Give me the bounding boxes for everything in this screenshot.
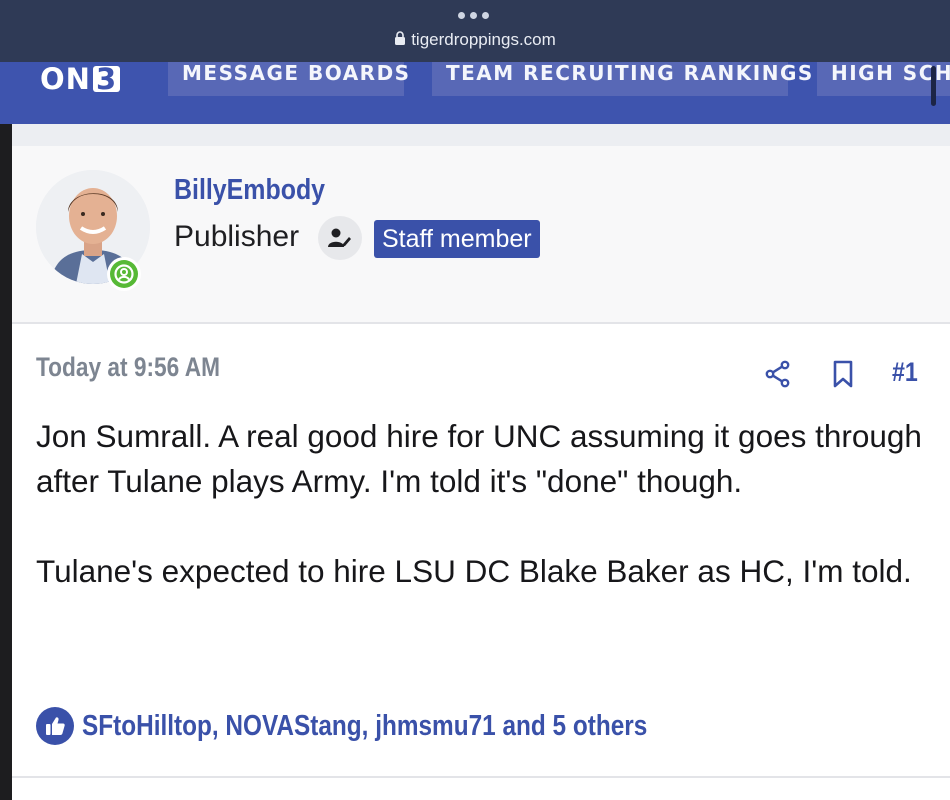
user-title: Publisher [174, 220, 300, 253]
online-status-badge [107, 257, 141, 291]
post-page: BillyEmbody Publisher Staff member Today… [12, 124, 950, 800]
thumbs-up-icon [36, 707, 74, 745]
site-nav: ON 3 MESSAGE BOARDS TEAM RECRUITING RANKI… [0, 62, 950, 124]
post-divider [12, 776, 950, 778]
person-edit-icon [318, 216, 362, 260]
browser-bar: tigerdroppings.com [0, 0, 950, 62]
reactions-list[interactable]: SFtoHilltop, NOVAStang, jhmsmu71 and 5 o… [82, 710, 647, 743]
user-card: BillyEmbody Publisher Staff member [12, 146, 950, 324]
nav-tab-message-boards[interactable]: MESSAGE BOARDS [168, 62, 409, 96]
address-bar[interactable]: tigerdroppings.com [0, 30, 950, 51]
post-paragraph: Tulane's expected to hire LSU DC Blake B… [36, 553, 912, 589]
scrollbar[interactable] [931, 66, 936, 106]
on3-logo[interactable]: ON 3 [40, 62, 121, 96]
post-number-link[interactable]: #1 [892, 357, 918, 388]
username-link[interactable]: BillyEmbody [174, 174, 325, 207]
share-icon[interactable] [764, 360, 792, 393]
bookmark-icon[interactable] [832, 360, 854, 393]
browser-menu-dots[interactable] [458, 12, 489, 19]
user-circle-icon [114, 264, 134, 284]
url-text: tigerdroppings.com [411, 30, 556, 49]
nav-tab-team-recruiting-rankings[interactable]: TEAM RECRUITING RANKINGS [432, 62, 812, 96]
post-body: Jon Sumrall. A real good hire for UNC as… [36, 414, 926, 639]
lock-icon [394, 31, 406, 51]
reactions-bar[interactable]: SFtoHilltop, NOVAStang, jhmsmu71 and 5 o… [36, 707, 755, 745]
staff-member-badge[interactable]: Staff member [374, 220, 540, 258]
post-timestamp[interactable]: Today at 9:56 AM [36, 352, 220, 383]
post-paragraph: Jon Sumrall. A real good hire for UNC as… [36, 418, 922, 499]
